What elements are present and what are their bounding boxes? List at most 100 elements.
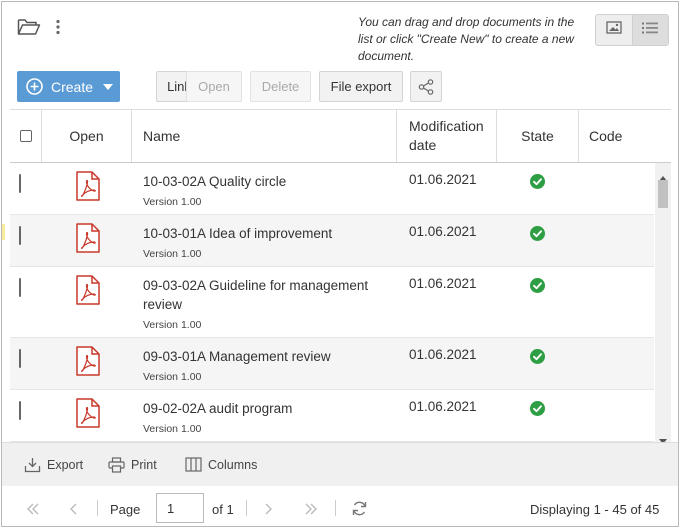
document-title-text: review	[143, 297, 183, 312]
delete-button[interactable]: Delete	[250, 71, 311, 102]
row-checkbox[interactable]	[19, 278, 21, 297]
previous-page-icon[interactable]	[69, 502, 77, 520]
page-count-label: of 1	[212, 502, 234, 517]
document-grid: Open Name Modification date State Code 1…	[10, 109, 671, 444]
column-header-open[interactable]: Open	[42, 110, 132, 162]
open-button[interactable]: Open	[186, 71, 242, 102]
select-all-checkbox[interactable]	[19, 130, 32, 142]
table-row[interactable]: 10-03-02A Quality circle Version 1.00 01.0…	[10, 163, 654, 215]
vertical-scrollbar[interactable]	[655, 163, 671, 444]
printer-icon	[108, 457, 125, 473]
create-button-label: Create	[51, 78, 94, 95]
document-title-text: 10-03-02A Quality circle	[143, 174, 287, 189]
row-checkbox-cell	[19, 278, 21, 297]
row-checkbox[interactable]	[19, 174, 21, 193]
modification-date: 01.06.2021	[409, 172, 477, 187]
document-title-text: 09-02-02A audit program	[143, 401, 293, 416]
row-checkbox[interactable]	[19, 349, 21, 368]
columns-label: Columns	[208, 457, 258, 472]
modification-date: 01.06.2021	[409, 347, 477, 362]
print-label: Print	[131, 458, 157, 472]
column-header-code[interactable]: Code	[579, 110, 671, 162]
hint-line: document.	[358, 49, 415, 63]
next-page-icon[interactable]	[265, 502, 273, 520]
view-toggle	[595, 14, 669, 46]
pdf-file-icon[interactable]	[76, 275, 100, 310]
row-checkbox-cell	[19, 401, 21, 420]
page-number-input[interactable]: 1	[156, 493, 204, 523]
pdf-file-icon[interactable]	[76, 171, 100, 206]
hint-line: You can drag and drop documents in the	[358, 15, 575, 29]
document-title[interactable]: 09-03-01A Management review	[143, 347, 388, 366]
grid-rows: 10-03-02A Quality circle Version 1.00 01.0…	[10, 163, 654, 444]
table-row[interactable]: 09-03-01A Management review Version 1.00 0…	[10, 338, 654, 390]
plus-circle-icon	[26, 78, 43, 95]
document-version: Version 1.00	[143, 196, 202, 208]
modification-date: 01.06.2021	[409, 399, 477, 414]
first-page-icon[interactable]	[26, 502, 40, 520]
print-button[interactable]: Print	[108, 457, 157, 473]
share-button[interactable]	[410, 71, 442, 102]
thumbnail-view-button[interactable]	[596, 15, 632, 45]
document-title-text: 09-03-02A Guideline for management	[143, 278, 369, 293]
grid-action-bar: Export Print Columns	[2, 442, 678, 487]
column-header-name[interactable]: Name	[132, 110, 397, 162]
list-view-button[interactable]	[631, 15, 668, 45]
document-list-panel: You can drag and drop documents in the l…	[1, 1, 679, 527]
last-page-icon[interactable]	[304, 502, 318, 520]
document-title[interactable]: 10-03-02A Quality circle	[143, 172, 388, 191]
file-export-button[interactable]: File export	[319, 71, 403, 102]
left-edge-marker	[2, 224, 5, 240]
table-row[interactable]: 10-03-01A Idea of improvement Version 1.0…	[10, 215, 654, 267]
more-vertical-icon[interactable]	[55, 19, 61, 40]
document-title-text: 09-03-01A Management review	[143, 349, 331, 364]
image-icon	[606, 21, 622, 39]
table-row[interactable]: 09-03-02A Guideline for management review…	[10, 267, 654, 338]
row-checkbox-cell	[19, 349, 21, 368]
pdf-file-icon[interactable]	[76, 346, 100, 381]
pager-separator	[335, 500, 336, 516]
row-checkbox[interactable]	[19, 401, 21, 420]
export-label: Export	[47, 458, 84, 472]
columns-icon	[185, 457, 202, 472]
create-button[interactable]: Create	[17, 71, 120, 102]
column-header-state[interactable]: State	[497, 110, 579, 162]
modification-header-line: Modification	[409, 118, 484, 134]
row-checkbox[interactable]	[19, 226, 21, 245]
document-title[interactable]: 10-03-01A Idea of improvement	[143, 224, 388, 243]
pager-separator	[246, 500, 247, 516]
column-header-modification-date[interactable]: Modification date	[397, 110, 497, 162]
check-circle-icon	[530, 174, 545, 194]
caret-down-icon	[103, 83, 114, 90]
document-title[interactable]: 09-03-02A Guideline for management review	[143, 276, 388, 314]
modification-header-line: date	[409, 137, 437, 153]
displaying-count: Displaying 1 - 45 of 45	[530, 502, 660, 517]
document-title[interactable]: 09-02-02A audit program	[143, 399, 388, 418]
modification-date: 01.06.2021	[409, 224, 477, 239]
grid-header: Open Name Modification date State Code	[10, 110, 671, 163]
page-label: Page	[110, 502, 141, 517]
document-version: Version 1.00	[143, 423, 202, 435]
check-circle-icon	[530, 349, 545, 369]
check-circle-icon	[530, 226, 545, 246]
check-circle-icon	[530, 401, 545, 421]
folder-open-icon[interactable]	[17, 18, 41, 41]
pdf-file-icon[interactable]	[76, 223, 100, 258]
document-title-text: 10-03-01A Idea of improvement	[143, 226, 333, 241]
row-checkbox-cell	[19, 174, 21, 193]
document-version: Version 1.00	[143, 319, 202, 331]
columns-button[interactable]: Columns	[185, 457, 257, 472]
pdf-file-icon[interactable]	[76, 398, 100, 433]
document-version: Version 1.00	[143, 371, 202, 383]
document-version: Version 1.00	[143, 248, 202, 260]
share-icon	[418, 78, 434, 95]
select-all-header	[10, 110, 42, 162]
hint-line: list or click "Create New" to create a n…	[358, 32, 574, 46]
export-button[interactable]: Export	[24, 457, 83, 473]
scroll-thumb[interactable]	[658, 180, 668, 208]
export-icon	[24, 457, 41, 473]
top-bar: You can drag and drop documents in the l…	[2, 2, 678, 64]
refresh-icon[interactable]	[351, 500, 368, 522]
table-row[interactable]: 09-02-02A audit program Version 1.00 01.06…	[10, 390, 654, 442]
pager-separator	[97, 500, 98, 516]
